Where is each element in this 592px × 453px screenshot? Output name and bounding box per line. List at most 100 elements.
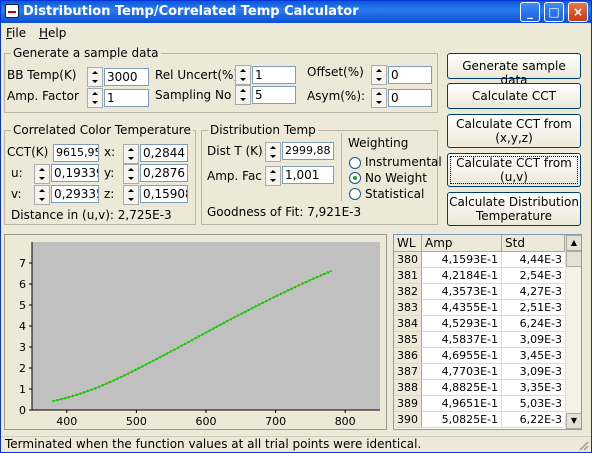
radio-statistical-label[interactable]: Statistical bbox=[365, 187, 424, 201]
amp-factor-spinner[interactable] bbox=[87, 88, 103, 108]
y-spinner[interactable] bbox=[123, 164, 139, 184]
data-point bbox=[232, 316, 235, 319]
v-field[interactable]: 0,29335 bbox=[51, 185, 99, 203]
calc-cct-xyz-button[interactable]: Calculate CCT from (x,y,z) bbox=[447, 114, 581, 148]
menu-help-rest: elp bbox=[48, 26, 67, 40]
data-table[interactable]: WL Amp Std 380 4,1593E-1 4,44E-3 381 4,2184E… bbox=[393, 234, 582, 430]
cell-wl: 383 bbox=[394, 300, 422, 316]
cct-field[interactable]: 9615,95 bbox=[53, 144, 99, 162]
cell-wl: 387 bbox=[394, 364, 422, 380]
bb-temp-spinner[interactable] bbox=[87, 67, 103, 87]
table-row[interactable]: 382 4,3573E-1 4,27E-3 bbox=[394, 284, 564, 300]
calc-cct-button[interactable]: Calculate CCT bbox=[447, 83, 581, 109]
data-point bbox=[288, 288, 291, 291]
table-row[interactable]: 380 4,1593E-1 4,44E-3 bbox=[394, 252, 564, 268]
close-button[interactable]: × bbox=[568, 2, 588, 22]
cell-amp: 4,2184E-1 bbox=[422, 268, 502, 284]
dist-t-label: Dist T (K) bbox=[207, 144, 263, 158]
amp-fac-spinner[interactable] bbox=[265, 166, 281, 186]
radio-instrumental-label[interactable]: Instrumental bbox=[365, 155, 442, 169]
y-field[interactable]: 0,2876 bbox=[140, 164, 188, 182]
bb-temp-field[interactable]: 3000 bbox=[104, 68, 149, 86]
amp-factor-field[interactable]: 1 bbox=[104, 89, 149, 107]
table-row[interactable]: 381 4,2184E-1 2,54E-3 bbox=[394, 268, 564, 284]
scroll-down-button[interactable]: ▼ bbox=[566, 413, 581, 429]
calc-cct-uv-button[interactable]: Calculate CCT from (u,v) bbox=[447, 153, 581, 187]
col-header-std[interactable]: Std bbox=[502, 235, 565, 252]
scroll-up-button[interactable]: ▲ bbox=[566, 235, 581, 251]
radio-no-weight-label[interactable]: No Weight bbox=[365, 171, 427, 185]
offset-field[interactable]: 0 bbox=[388, 66, 432, 84]
plot-area bbox=[32, 242, 380, 410]
data-point bbox=[163, 354, 166, 356]
col-header-wl[interactable]: WL bbox=[394, 235, 422, 252]
dist-t-field[interactable]: 2999,88 bbox=[282, 142, 334, 160]
sampling-no-label: Sampling No bbox=[155, 88, 232, 102]
table-row[interactable]: 386 4,6955E-1 3,45E-3 bbox=[394, 348, 564, 364]
x-spinner[interactable] bbox=[123, 144, 139, 164]
u-spinner[interactable] bbox=[34, 164, 50, 184]
cell-amp: 4,4355E-1 bbox=[422, 300, 502, 316]
v-spinner[interactable] bbox=[34, 185, 50, 205]
sampling-no-spinner[interactable] bbox=[235, 85, 251, 105]
radio-statistical[interactable] bbox=[349, 188, 361, 200]
data-point bbox=[316, 275, 319, 278]
radio-instrumental[interactable] bbox=[349, 157, 361, 169]
data-point bbox=[177, 346, 180, 349]
scroll-thumb[interactable] bbox=[566, 251, 581, 267]
offset-spinner[interactable] bbox=[371, 65, 387, 85]
v-label: v: bbox=[11, 187, 22, 201]
table-row[interactable]: 388 4,8825E-1 3,35E-3 bbox=[394, 380, 564, 396]
x-tick-label: 500 bbox=[126, 415, 147, 428]
cell-std: 6,22E-3 bbox=[502, 412, 564, 428]
resize-grip-icon[interactable] bbox=[577, 439, 589, 451]
table-row[interactable]: 387 4,7703E-1 3,09E-3 bbox=[394, 364, 564, 380]
z-field[interactable]: 0,15908 bbox=[140, 185, 188, 203]
cell-std: 6,24E-3 bbox=[502, 316, 564, 332]
table-row[interactable]: 389 4,9651E-1 5,03E-3 bbox=[394, 396, 564, 412]
generate-sample-button[interactable]: Generate sample data bbox=[447, 53, 581, 87]
table-row[interactable]: 383 4,4355E-1 2,51E-3 bbox=[394, 300, 564, 316]
calc-dist-temp-button[interactable]: Calculate Distribution Temperature bbox=[447, 192, 581, 226]
amp-fac-field[interactable]: 1,001 bbox=[282, 166, 334, 184]
table-row[interactable]: 384 4,5293E-1 6,24E-3 bbox=[394, 316, 564, 332]
sampling-no-field[interactable]: 5 bbox=[252, 86, 296, 104]
bb-temp-label: BB Temp(K) bbox=[7, 68, 77, 82]
weighting-label: Weighting bbox=[348, 136, 409, 150]
minimize-button[interactable]: _ bbox=[520, 2, 540, 22]
y-label: y: bbox=[104, 166, 115, 180]
asym-spinner[interactable] bbox=[371, 88, 387, 108]
y-tick-label: 0 bbox=[19, 404, 26, 417]
table-row[interactable]: 390 5,0825E-1 6,22E-3 bbox=[394, 412, 564, 428]
rel-uncert-field[interactable]: 1 bbox=[252, 66, 296, 84]
data-point bbox=[205, 331, 207, 334]
status-bar: Terminated when the function values at a… bbox=[1, 436, 591, 452]
maximize-button[interactable]: □ bbox=[544, 2, 564, 22]
menu-file[interactable]: File bbox=[6, 26, 26, 40]
calc-cct-label: Calculate CCT bbox=[472, 89, 556, 103]
radio-no-weight[interactable] bbox=[349, 172, 361, 184]
col-header-amp[interactable]: Amp bbox=[422, 235, 502, 252]
title-bar[interactable]: Distribution Temp/Correlated Temp Calcul… bbox=[1, 1, 591, 23]
cell-amp: 4,7703E-1 bbox=[422, 364, 502, 380]
amp-fac-label: Amp. Fac bbox=[207, 169, 262, 183]
rel-uncert-spinner[interactable] bbox=[235, 65, 251, 85]
cell-std: 4,44E-3 bbox=[502, 252, 564, 268]
x-field[interactable]: 0,2844 bbox=[140, 144, 188, 162]
u-field[interactable]: 0,19339 bbox=[51, 164, 99, 182]
data-point bbox=[93, 387, 96, 390]
data-point bbox=[260, 302, 263, 305]
cell-wl: 390 bbox=[394, 412, 422, 428]
table-row[interactable]: 385 4,5837E-1 3,09E-3 bbox=[394, 332, 564, 348]
z-spinner[interactable] bbox=[123, 185, 139, 205]
cell-wl: 386 bbox=[394, 348, 422, 364]
asym-field[interactable]: 0 bbox=[388, 89, 432, 107]
x-tick-label: 400 bbox=[56, 415, 77, 428]
dist-t-spinner[interactable] bbox=[265, 142, 281, 162]
menu-help[interactable]: Help bbox=[39, 26, 66, 40]
calc-dist-temp-line2: Temperature bbox=[475, 209, 552, 223]
table-scrollbar[interactable]: ▲ ▼ bbox=[565, 235, 581, 429]
y-tick-label: 2 bbox=[19, 362, 26, 375]
cell-amp: 5,0825E-1 bbox=[422, 412, 502, 428]
menu-file-rest: ile bbox=[12, 26, 27, 40]
